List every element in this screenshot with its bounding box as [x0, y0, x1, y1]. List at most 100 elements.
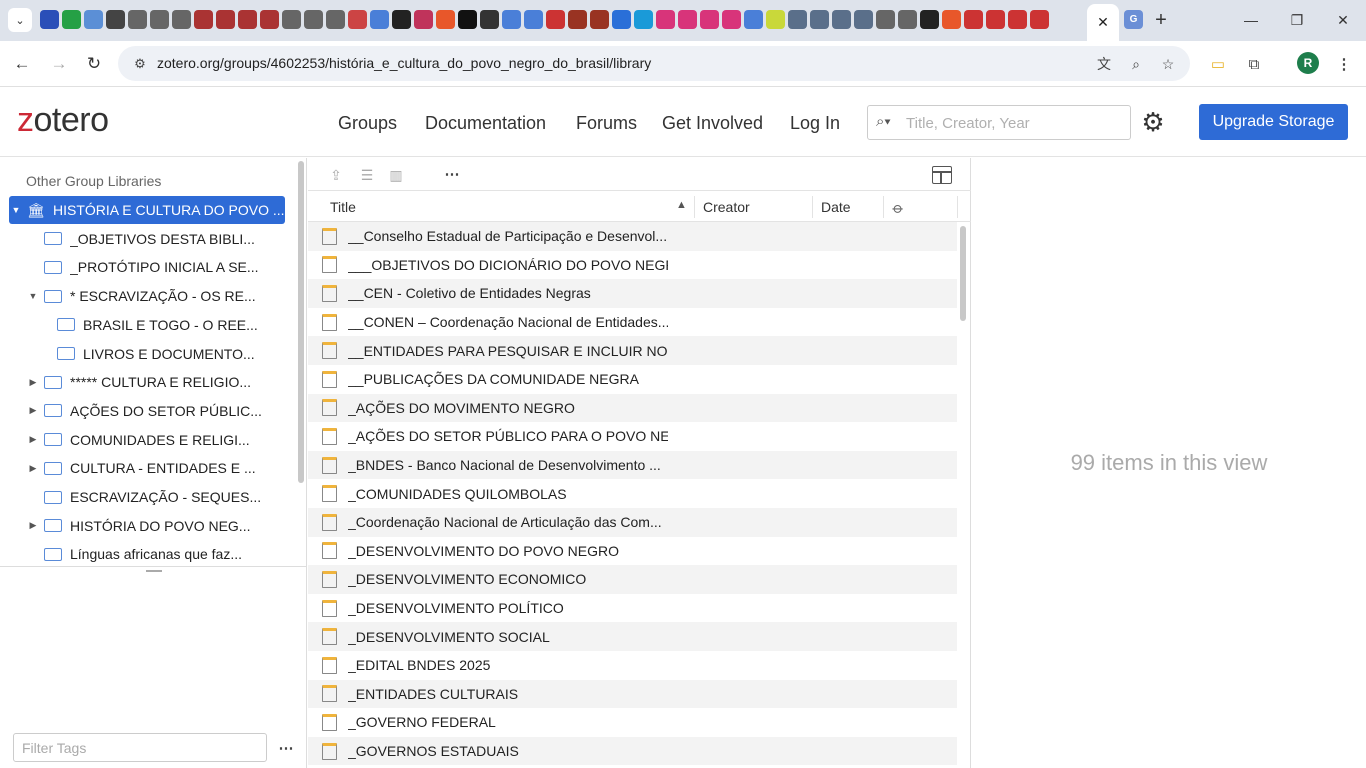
- pinned-tab-favicon[interactable]: [788, 10, 807, 29]
- library-search[interactable]: ⌕▾: [867, 105, 1131, 140]
- pinned-tab-favicon[interactable]: [744, 10, 763, 29]
- tab-search-button[interactable]: ⌄: [8, 8, 32, 32]
- collection-item[interactable]: _OBJETIVOS DESTA BIBLI...: [9, 225, 285, 253]
- pinned-tab-favicon[interactable]: [612, 10, 631, 29]
- more-actions-button[interactable]: ⋯: [442, 165, 462, 183]
- pinned-tab-favicon[interactable]: [150, 10, 169, 29]
- nav-get-involved[interactable]: Get Involved: [662, 113, 763, 134]
- collection-item[interactable]: BRASIL E TOGO - O REE...: [9, 311, 285, 339]
- pinned-tab-favicon[interactable]: [964, 10, 983, 29]
- library-root-item[interactable]: ▼ 🏛 HISTÓRIA E CULTURA DO POVO ...: [9, 196, 285, 224]
- expand-arrow-icon[interactable]: ▶: [26, 520, 40, 531]
- profile-avatar[interactable]: R: [1297, 52, 1319, 74]
- item-row[interactable]: _EDITAL BNDES 2025: [308, 651, 957, 680]
- pinned-tab-favicon[interactable]: [986, 10, 1005, 29]
- pinned-tab-favicon[interactable]: [62, 10, 81, 29]
- sort-ascending-icon[interactable]: ▲: [676, 199, 687, 211]
- site-info-icon[interactable]: ⚙: [130, 54, 150, 74]
- collection-item[interactable]: Línguas africanas que faz...: [9, 540, 285, 568]
- pinned-tab-favicon[interactable]: [502, 10, 521, 29]
- column-separator[interactable]: [694, 196, 695, 218]
- pinned-tab-favicon[interactable]: [1008, 10, 1027, 29]
- pinned-tab-favicon[interactable]: [40, 10, 59, 29]
- translate-icon[interactable]: 文: [1094, 54, 1114, 74]
- active-tab-close-button[interactable]: ✕: [1087, 4, 1119, 41]
- column-title[interactable]: Title: [330, 199, 356, 215]
- pinned-tab-favicon[interactable]: [546, 10, 565, 29]
- item-row[interactable]: ___OBJETIVOS DO DICIONÁRIO DO POVO NEGRO: [308, 251, 957, 280]
- pinned-tab-favicon[interactable]: [260, 10, 279, 29]
- bookmark-star-icon[interactable]: ☆: [1158, 54, 1178, 74]
- collection-item[interactable]: _PROTÓTIPO INICIAL A SE...: [9, 253, 285, 281]
- collection-item[interactable]: ▶ COMUNIDADES E RELIGI...: [9, 426, 285, 454]
- item-row[interactable]: __PUBLICAÇÕES DA COMUNIDADE NEGRA: [308, 365, 957, 394]
- folder-extension-icon[interactable]: ▭: [1207, 53, 1229, 75]
- item-row[interactable]: _DESENVOLVIMENTO POLÍTICO: [308, 594, 957, 623]
- nav-log-in[interactable]: Log In: [790, 113, 840, 134]
- attachment-column-icon[interactable]: ⌀: [889, 198, 908, 217]
- pinned-tab-favicon[interactable]: [238, 10, 257, 29]
- collection-item[interactable]: ▶ CULTURA - ENTIDADES E ...: [9, 454, 285, 482]
- pinned-tab-favicon[interactable]: [568, 10, 587, 29]
- pinned-tab-favicon[interactable]: [370, 10, 389, 29]
- back-button[interactable]: ←: [9, 51, 35, 77]
- pinned-tab-favicon[interactable]: [436, 10, 455, 29]
- expand-arrow-icon[interactable]: ▶: [26, 405, 40, 416]
- item-row[interactable]: __Conselho Estadual de Participação e De…: [308, 222, 957, 251]
- column-separator[interactable]: [957, 196, 958, 218]
- pinned-tab-favicon[interactable]: [524, 10, 543, 29]
- item-row[interactable]: _AÇÕES DO SETOR PÚBLICO PARA O POVO NEG.…: [308, 422, 957, 451]
- close-window-button[interactable]: ✕: [1330, 8, 1356, 32]
- minimize-window-button[interactable]: —: [1238, 8, 1264, 32]
- collection-item[interactable]: LIVROS E DOCUMENTO...: [9, 340, 285, 368]
- pinned-tab-favicon[interactable]: [84, 10, 103, 29]
- items-scrollbar[interactable]: [960, 226, 966, 321]
- nav-groups[interactable]: Groups: [338, 113, 397, 134]
- collection-item[interactable]: ▼ * ESCRAVIZAÇÃO - OS RE...: [9, 282, 285, 310]
- pinned-tab-favicon[interactable]: [216, 10, 235, 29]
- pinned-tab-favicon[interactable]: [832, 10, 851, 29]
- pinned-tab-favicon[interactable]: [766, 10, 785, 29]
- pinned-tab-favicon[interactable]: [876, 10, 895, 29]
- pinned-tab-favicon[interactable]: [282, 10, 301, 29]
- browser-menu-icon[interactable]: ⋮: [1333, 53, 1355, 75]
- cite-icon[interactable]: ☰: [357, 166, 377, 184]
- search-icon[interactable]: ⌕▾: [876, 113, 891, 130]
- item-row[interactable]: __CEN - Coletivo de Entidades Negras: [308, 279, 957, 308]
- tag-options-button[interactable]: ⋯: [276, 738, 296, 758]
- item-row[interactable]: _BNDES - Banco Nacional de Desenvolvimen…: [308, 450, 957, 480]
- pinned-tab-favicon[interactable]: [106, 10, 125, 29]
- translate-tab-favicon[interactable]: G: [1124, 10, 1143, 29]
- pinned-tab-favicon[interactable]: [678, 10, 697, 29]
- item-row[interactable]: _GOVERNO FEDERAL: [308, 708, 957, 737]
- url-text[interactable]: zotero.org/groups/4602253/história_e_cul…: [157, 55, 651, 71]
- collection-item[interactable]: ▶ HISTÓRIA DO POVO NEG...: [9, 512, 285, 540]
- column-date[interactable]: Date: [821, 199, 851, 215]
- extensions-icon[interactable]: ⧉: [1243, 53, 1265, 75]
- pinned-tab-favicon[interactable]: [1030, 10, 1049, 29]
- collection-item[interactable]: ▶ AÇÕES DO SETOR PÚBLIC...: [9, 397, 285, 425]
- column-picker-icon[interactable]: [932, 166, 952, 184]
- pinned-tab-favicon[interactable]: [392, 10, 411, 29]
- nav-documentation[interactable]: Documentation: [425, 113, 546, 134]
- upgrade-storage-button[interactable]: Upgrade Storage: [1199, 104, 1348, 140]
- pinned-tab-favicon[interactable]: [898, 10, 917, 29]
- item-row[interactable]: _AÇÕES DO MOVIMENTO NEGRO: [308, 393, 957, 423]
- collapse-arrow-icon[interactable]: ▼: [9, 205, 23, 215]
- column-separator[interactable]: [883, 196, 884, 218]
- pinned-tab-favicon[interactable]: [414, 10, 433, 29]
- address-bar[interactable]: ⚙ zotero.org/groups/4602253/história_e_c…: [118, 46, 1190, 81]
- expand-arrow-icon[interactable]: ▶: [26, 377, 40, 388]
- collection-item[interactable]: ESCRAVIZAÇÃO - SEQUES...: [9, 483, 285, 511]
- pinned-tab-favicon[interactable]: [634, 10, 653, 29]
- export-icon[interactable]: ⇪: [326, 166, 346, 184]
- filter-tags-input[interactable]: [13, 733, 267, 762]
- item-row[interactable]: _ENTIDADES CULTURAIS: [308, 679, 957, 709]
- bibliography-icon[interactable]: ▥: [386, 166, 406, 184]
- column-creator[interactable]: Creator: [703, 199, 750, 215]
- search-input[interactable]: [906, 112, 1126, 134]
- item-row[interactable]: _DESENVOLVIMENTO SOCIAL: [308, 622, 957, 651]
- pinned-tab-favicon[interactable]: [172, 10, 191, 29]
- pinned-tab-favicon[interactable]: [656, 10, 675, 29]
- item-row[interactable]: _Coordenação Nacional de Articulação das…: [308, 508, 957, 537]
